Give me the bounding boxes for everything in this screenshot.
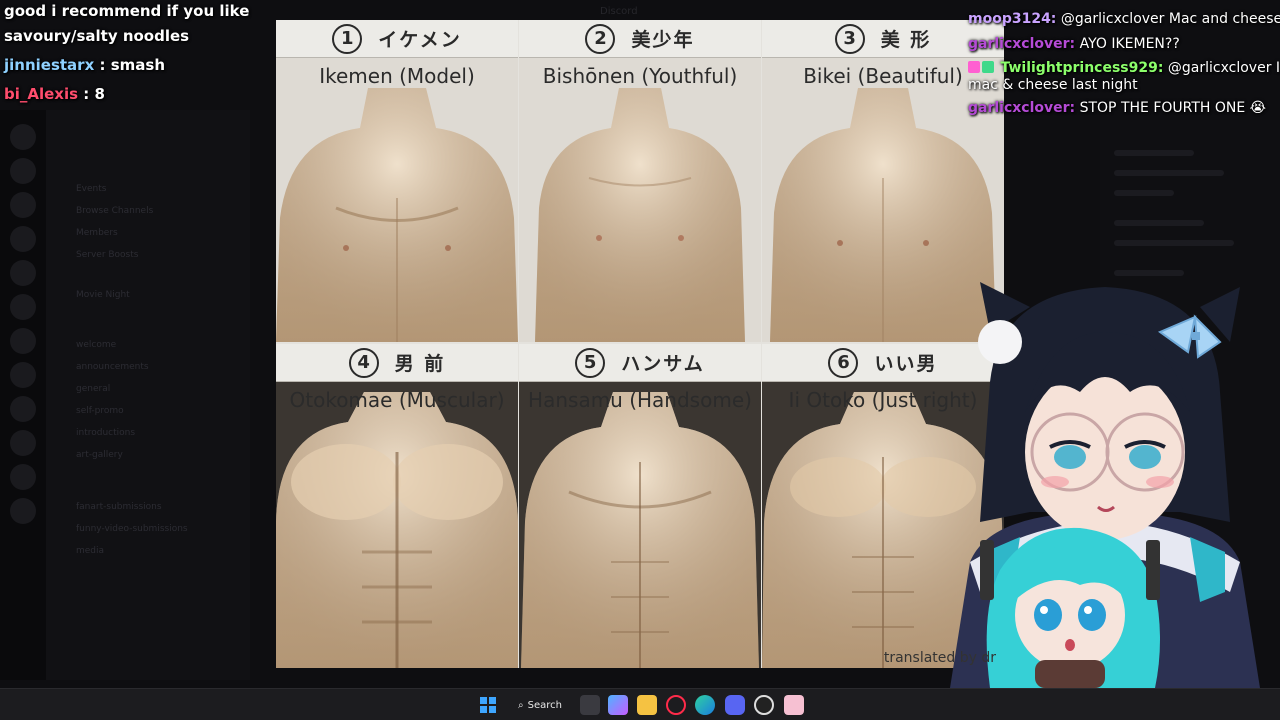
server-icon[interactable] (10, 158, 36, 184)
panel-number: 4 (348, 347, 379, 378)
overlay-chat-message: savoury/salty noodles (4, 27, 189, 45)
panel-english-title: Ii Otoko (Just right) (788, 388, 978, 412)
torso-illustration (276, 382, 518, 668)
panel-header: 4 男 前 (276, 344, 518, 382)
panel-number: 2 (585, 23, 616, 54)
panel-english-title: Ikemen (Model) (319, 64, 475, 88)
server-icon[interactable] (10, 430, 36, 456)
server-icon[interactable] (10, 226, 36, 252)
chat-text: @garlicxclover Mac and cheese (1060, 11, 1280, 27)
chat-text: AYO IKEMEN?? (1079, 36, 1180, 52)
overlay-chat-message: good i recommend if you like (4, 2, 249, 20)
channel-item[interactable]: funny-video-submissions (76, 524, 188, 534)
panel-number: 6 (828, 347, 859, 378)
panel-english-title: Bikei (Beautiful) (803, 64, 963, 88)
panel-header: 5 ハンサム (519, 344, 761, 382)
channel-item[interactable]: self-promo (76, 406, 124, 416)
panel-english-title: Hansamu (Handsome) (528, 388, 752, 412)
shared-image-body-types: 1 イケメン Ikemen (Model) 2 美少年 Bishōnen (Yo… (276, 20, 1004, 668)
torso-illustration (276, 58, 518, 342)
panel-english-title: Otokomae (Muscular) (289, 388, 505, 412)
windows-start-icon[interactable] (478, 695, 498, 715)
chat-text: savoury/salty noodles (4, 27, 190, 45)
panel-hansamu: 5 ハンサム Hansamu (Handsome) (519, 344, 761, 668)
chat-username: garlicxclover: (968, 36, 1076, 52)
panel-ikemen: 1 イケメン Ikemen (Model) (276, 20, 518, 342)
channel-item[interactable]: announcements (76, 362, 149, 372)
overlay-chat-message: bi_Alexis : 8 (4, 85, 105, 103)
channel-item[interactable]: welcome (76, 340, 116, 350)
channel-item[interactable]: Server Boosts (76, 250, 138, 260)
channel-item[interactable]: Movie Night (76, 290, 130, 300)
opera-gx-icon[interactable] (666, 695, 686, 715)
task-view-icon[interactable] (580, 695, 600, 715)
panel-japanese-title: 美 形 (880, 29, 932, 51)
background-server-list (0, 110, 46, 680)
vtube-studio-icon[interactable] (784, 695, 804, 715)
search-icon: ⌕ (518, 699, 524, 711)
torso-illustration (519, 382, 761, 668)
edge-icon[interactable] (695, 695, 715, 715)
server-icon[interactable] (10, 464, 36, 490)
background-channel-list: Events Browse Channels Members Server Bo… (46, 110, 250, 680)
overlay-chat-message: Twilightprincess929: @garlicxclover I a (968, 60, 1280, 76)
file-explorer-icon[interactable] (637, 695, 657, 715)
channel-item[interactable]: Browse Channels (76, 206, 153, 216)
panel-header: 1 イケメン (276, 20, 518, 58)
chat-text: : 8 (83, 85, 105, 103)
channel-item[interactable]: fanart-submissions (76, 502, 162, 512)
panel-number: 1 (332, 23, 363, 54)
channel-item[interactable]: Events (76, 184, 106, 194)
discord-icon[interactable] (725, 695, 745, 715)
panel-japanese-title: イケメン (378, 29, 462, 51)
channel-item[interactable]: introductions (76, 428, 135, 438)
overlay-chat-message: garlicxclover: AYO IKEMEN?? (968, 36, 1180, 52)
overlay-chat-message: garlicxclover: STOP THE FOURTH ONE 😭 (968, 100, 1266, 116)
background-window-title: Discord (600, 6, 638, 17)
chat-username: jinniestarx (4, 56, 95, 74)
torso-illustration (519, 58, 761, 342)
taskbar-search-button[interactable]: ⌕ Search (508, 694, 574, 716)
panel-japanese-title: いい男 (874, 353, 938, 375)
channel-item[interactable]: Members (76, 228, 118, 238)
chat-username: bi_Alexis (4, 85, 79, 103)
channel-item[interactable]: general (76, 384, 110, 394)
copilot-icon[interactable] (608, 695, 628, 715)
chat-text: STOP THE FOURTH ONE 😭 (1079, 100, 1267, 116)
obs-icon[interactable] (754, 695, 774, 715)
chat-username: moop3124: (968, 11, 1057, 27)
panel-bishonen: 2 美少年 Bishōnen (Youthful) (519, 20, 761, 342)
channel-item[interactable]: art-gallery (76, 450, 123, 460)
mini-avatar (980, 527, 1160, 688)
chat-username: garlicxclover: (968, 100, 1076, 116)
overlay-chat-message: jinniestarx : smash (4, 56, 165, 74)
panel-japanese-title: 男 前 (394, 353, 446, 375)
server-icon[interactable] (10, 328, 36, 354)
server-icon[interactable] (10, 294, 36, 320)
taskbar: ⌕ Search (0, 688, 1280, 720)
server-icon[interactable] (10, 498, 36, 524)
panel-number: 5 (575, 347, 606, 378)
overlay-chat-message: moop3124: @garlicxclover Mac and cheese (968, 11, 1280, 27)
server-icon[interactable] (10, 362, 36, 388)
panel-english-title: Bishōnen (Youthful) (542, 64, 738, 88)
chat-text: : smash (99, 56, 165, 74)
chat-username: Twilightprincess929: (1000, 60, 1164, 76)
panel-number: 3 (834, 23, 865, 54)
panel-japanese-title: ハンサム (621, 353, 705, 375)
panel-header: 2 美少年 (519, 20, 761, 58)
chat-text: @garlicxclover I a (1167, 60, 1280, 76)
panel-japanese-title: 美少年 (631, 29, 695, 51)
search-label: Search (527, 699, 562, 711)
server-icon[interactable] (10, 260, 36, 286)
chat-text: good i recommend if you like (4, 2, 250, 20)
translation-credit: translated by dr (883, 650, 996, 666)
panel-otokomae: 4 男 前 Otokomae (Muscular) (276, 344, 518, 668)
channel-item[interactable]: media (76, 546, 104, 556)
server-icon[interactable] (10, 396, 36, 422)
server-icon[interactable] (10, 192, 36, 218)
server-icon[interactable] (10, 124, 36, 150)
